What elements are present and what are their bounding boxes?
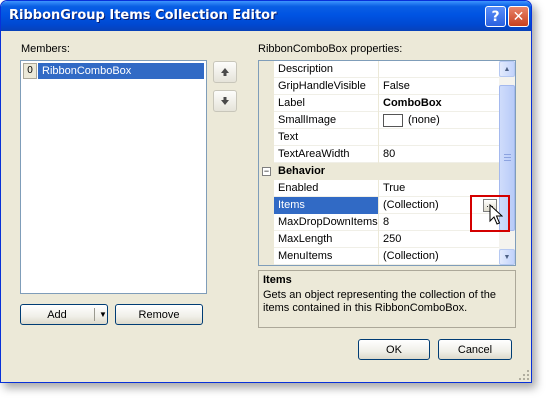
move-up-icon — [221, 68, 229, 76]
property-value-container[interactable]: (none) — [380, 112, 499, 129]
property-value[interactable] — [380, 61, 499, 78]
ok-button[interactable]: OK — [358, 339, 430, 360]
property-name: GripHandleVisible — [274, 78, 379, 95]
property-row-maxdropdownitems[interactable]: MaxDropDownItems 8 — [259, 214, 499, 231]
cancel-button[interactable]: Cancel — [438, 339, 512, 360]
resize-grip-icon[interactable] — [518, 369, 530, 381]
add-split-button[interactable]: Add ▼ — [20, 304, 108, 325]
ok-button-label: OK — [386, 343, 402, 356]
property-value[interactable]: (Collection) — [380, 248, 499, 265]
description-text: Gets an object representing the collecti… — [263, 289, 496, 314]
property-value[interactable] — [380, 129, 499, 146]
remove-button[interactable]: Remove — [115, 304, 203, 325]
window-title: RibbonGroup Items Collection Editor — [9, 8, 277, 23]
member-index: 0 — [23, 63, 37, 79]
close-button[interactable]: ✕ — [508, 6, 529, 27]
cancel-button-label: Cancel — [457, 343, 493, 356]
remove-button-label: Remove — [138, 308, 180, 321]
property-value: (none) — [408, 114, 440, 126]
scroll-up-icon[interactable]: ▲ — [499, 61, 515, 77]
scroll-down-icon[interactable]: ▼ — [499, 249, 515, 265]
property-name: Description — [274, 61, 379, 78]
category-name: Behavior — [278, 165, 326, 177]
row-gutter — [259, 95, 274, 112]
property-row-smallimage[interactable]: SmallImage (none) — [259, 112, 499, 129]
row-gutter — [259, 197, 274, 214]
row-gutter — [259, 248, 274, 265]
property-row-description[interactable]: Description — [259, 61, 499, 78]
members-list[interactable]: 0 RibbonComboBox — [20, 60, 207, 294]
property-name: Enabled — [274, 180, 379, 197]
split-divider — [94, 308, 95, 321]
collapse-icon[interactable]: − — [262, 167, 271, 176]
property-value[interactable]: 250 — [380, 231, 499, 248]
row-gutter — [259, 112, 274, 129]
property-grid-scrollbar[interactable]: ▲ ▼ — [499, 61, 515, 265]
row-gutter — [259, 146, 274, 163]
members-label: Members: — [21, 43, 70, 55]
grip-line — [504, 157, 511, 158]
property-row-text[interactable]: Text — [259, 129, 499, 146]
property-name: TextAreaWidth — [274, 146, 379, 163]
property-row-textareawidth[interactable]: TextAreaWidth 80 — [259, 146, 499, 163]
property-row-label[interactable]: Label ComboBox — [259, 95, 499, 112]
row-gutter — [259, 214, 274, 231]
property-value[interactable]: 80 — [380, 146, 499, 163]
image-preview-swatch — [383, 113, 403, 127]
member-name: RibbonComboBox — [38, 63, 204, 79]
property-row-items[interactable]: Items (Collection) ... — [259, 197, 499, 214]
help-button[interactable]: ? — [485, 6, 506, 27]
row-gutter — [259, 231, 274, 248]
properties-label: RibbonComboBox properties: — [258, 43, 403, 55]
description-title: Items — [263, 274, 292, 286]
property-name: MaxLength — [274, 231, 379, 248]
property-name: Text — [274, 129, 379, 146]
move-up-button[interactable] — [213, 61, 237, 83]
property-name: MenuItems — [274, 248, 379, 265]
move-down-button[interactable] — [213, 90, 237, 112]
property-rows: Description GripHandleVisible False Labe… — [259, 61, 499, 265]
mouse-cursor-icon — [489, 204, 503, 225]
close-icon: ✕ — [512, 8, 525, 25]
list-item[interactable]: 0 RibbonComboBox — [23, 63, 204, 79]
property-row-enabled[interactable]: Enabled True — [259, 180, 499, 197]
title-bar[interactable]: RibbonGroup Items Collection Editor ? ✕ — [1, 1, 531, 31]
row-gutter — [259, 180, 274, 197]
property-row-maxlength[interactable]: MaxLength 250 — [259, 231, 499, 248]
add-button-label: Add — [47, 308, 67, 321]
property-value[interactable]: ComboBox — [380, 95, 499, 112]
dropdown-caret-icon[interactable]: ▼ — [99, 310, 107, 319]
property-name: Items — [274, 197, 379, 214]
property-grid[interactable]: Description GripHandleVisible False Labe… — [258, 60, 516, 266]
row-gutter — [259, 129, 274, 146]
grip-line — [504, 160, 511, 161]
property-row-griphandlevisible[interactable]: GripHandleVisible False — [259, 78, 499, 95]
grip-line — [504, 154, 511, 155]
move-down-icon — [221, 97, 229, 105]
category-behavior[interactable]: − Behavior — [259, 163, 499, 180]
description-pane: Items Gets an object representing the co… — [258, 270, 516, 328]
row-gutter — [259, 78, 274, 95]
property-name: Label — [274, 95, 379, 112]
property-value[interactable]: False — [380, 78, 499, 95]
property-row-menuitems[interactable]: MenuItems (Collection) — [259, 248, 499, 265]
help-icon: ? — [491, 8, 500, 25]
collection-editor-dialog: RibbonGroup Items Collection Editor ? ✕ … — [0, 0, 532, 383]
property-name: MaxDropDownItems — [274, 214, 379, 231]
property-name: SmallImage — [274, 112, 379, 129]
row-gutter — [259, 61, 274, 78]
